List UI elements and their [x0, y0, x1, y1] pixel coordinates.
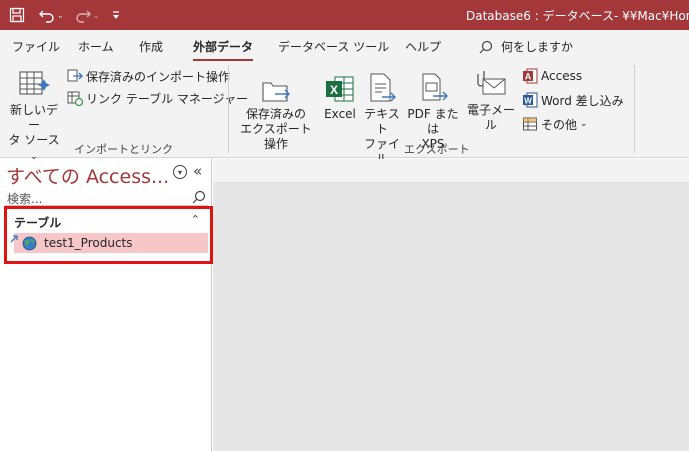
svg-text:W: W: [524, 97, 532, 106]
save-button[interactable]: [8, 4, 26, 26]
pdf-xps-label-1: PDF または: [407, 107, 459, 136]
undo-button[interactable]: ⌄: [38, 4, 64, 26]
text-file-label-1: テキスト: [364, 107, 400, 136]
redo-icon: [76, 10, 91, 23]
table-name: test1_Products: [44, 236, 133, 250]
ribbon-tabs: ファイル ホーム 作成 外部データ データベース ツール ヘルプ 何をしますか: [0, 30, 689, 62]
new-data-source-label-2: タ ソース: [8, 133, 60, 147]
pdf-xps-icon: [422, 73, 448, 101]
workspace-area: [213, 183, 689, 451]
svg-text:X: X: [330, 83, 338, 97]
export-pdf-xps-button[interactable]: PDF または XPS: [403, 69, 463, 152]
group-separator: [228, 65, 229, 153]
search-icon[interactable]: [192, 190, 206, 204]
document-tab-strip: [213, 159, 689, 183]
nav-search-input[interactable]: 検索...: [5, 189, 208, 206]
text-file-icon: [370, 73, 396, 102]
tell-me-search[interactable]: 何をしますか: [479, 38, 573, 55]
nav-pane-title[interactable]: すべての Access...: [6, 162, 169, 189]
redo-dropdown-icon: ⌄: [92, 10, 100, 20]
tab-home[interactable]: ホーム: [78, 38, 114, 55]
undo-dropdown-icon: ⌄: [57, 10, 64, 20]
saved-exports-button[interactable]: 保存済みの エクスポート操作: [236, 69, 316, 152]
navigation-pane: すべての Access... ▾ « 検索... テーブル ⌃ test1_Pr…: [0, 159, 213, 451]
redo-button[interactable]: ⌄: [74, 4, 100, 26]
tables-group-header[interactable]: テーブル: [14, 214, 61, 231]
saved-exports-label-1: 保存済みの: [245, 107, 306, 121]
saved-imports-icon: [67, 69, 83, 82]
tab-database-tools[interactable]: データベース ツール: [278, 38, 389, 55]
export-group-label: エクスポート: [404, 143, 470, 156]
email-attachment-icon: [477, 71, 506, 95]
word-merge-label: Word 差し込み: [541, 93, 624, 108]
globe-icon: [22, 236, 37, 251]
tab-create[interactable]: 作成: [139, 38, 163, 55]
access-icon: A: [523, 68, 538, 84]
excel-label: Excel: [324, 107, 356, 121]
excel-icon: X: [326, 76, 354, 102]
tables-group-highlight: テーブル ⌃ test1_Products: [4, 206, 213, 264]
new-data-source-icon: [19, 71, 50, 95]
chevron-down-icon: ⌄: [580, 119, 588, 129]
customize-qat-button[interactable]: [107, 4, 125, 26]
tab-external-data[interactable]: 外部データ: [193, 38, 254, 62]
save-icon: [9, 7, 25, 23]
nav-search-placeholder: 検索...: [7, 192, 43, 206]
more-label: その他: [541, 117, 578, 132]
title-bar: ⌄ ⌄ Database6 : データベース- ¥¥Mac¥Home¥: [0, 0, 689, 30]
saved-imports-label: 保存済みのインポート操作: [86, 69, 231, 84]
link-arrow-icon: [10, 235, 18, 243]
import-group-label: インポートとリンク: [74, 143, 173, 156]
svg-text:A: A: [525, 72, 532, 82]
customize-icon: [113, 11, 120, 19]
search-icon: [479, 40, 493, 53]
saved-exports-label-2: エクスポート操作: [240, 122, 312, 151]
saved-imports-button[interactable]: 保存済みのインポート操作: [67, 66, 230, 86]
word-merge-button[interactable]: W Word 差し込み: [522, 90, 624, 110]
saved-exports-icon: [262, 82, 290, 102]
export-text-file-button[interactable]: テキスト ファイル: [362, 69, 402, 167]
tab-file[interactable]: ファイル: [12, 38, 60, 55]
export-email-button[interactable]: 電子メール: [462, 65, 520, 133]
group-separator: [634, 65, 635, 153]
linked-table-manager-icon: [67, 91, 83, 106]
window-title: Database6 : データベース- ¥¥Mac¥Home¥: [466, 9, 689, 23]
new-data-source-label-1: 新しいデー: [9, 103, 58, 132]
undo-icon: [39, 10, 54, 23]
ribbon: 新しいデー タ ソース ⌄ 保存済みのインポート操作 リンク テーブル マネージ…: [0, 61, 689, 166]
linked-table-manager-label: リンク テーブル マネージャー: [86, 91, 249, 106]
access-label: Access: [541, 69, 583, 83]
quick-access-toolbar: ⌄ ⌄: [8, 4, 125, 26]
tell-me-label: 何をしますか: [501, 40, 574, 54]
nav-item-table[interactable]: test1_Products: [10, 233, 208, 253]
export-excel-button[interactable]: X Excel: [322, 69, 358, 122]
new-data-source-button[interactable]: 新しいデー タ ソース ⌄: [6, 65, 62, 165]
nav-pane-header[interactable]: すべての Access... ▾ «: [0, 159, 212, 189]
more-formats-icon: [523, 117, 537, 131]
collapse-group-icon[interactable]: ⌃: [191, 213, 200, 226]
tab-help[interactable]: ヘルプ: [405, 38, 441, 55]
word-merge-icon: W: [523, 92, 538, 108]
email-label: 電子メール: [466, 103, 515, 132]
export-access-button[interactable]: A Access: [522, 66, 582, 86]
linked-table-manager-button[interactable]: リンク テーブル マネージャー: [67, 88, 248, 108]
more-export-button[interactable]: その他 ⌄: [522, 114, 588, 134]
collapse-pane-icon[interactable]: «: [193, 162, 202, 180]
nav-menu-icon[interactable]: ▾: [173, 165, 187, 179]
